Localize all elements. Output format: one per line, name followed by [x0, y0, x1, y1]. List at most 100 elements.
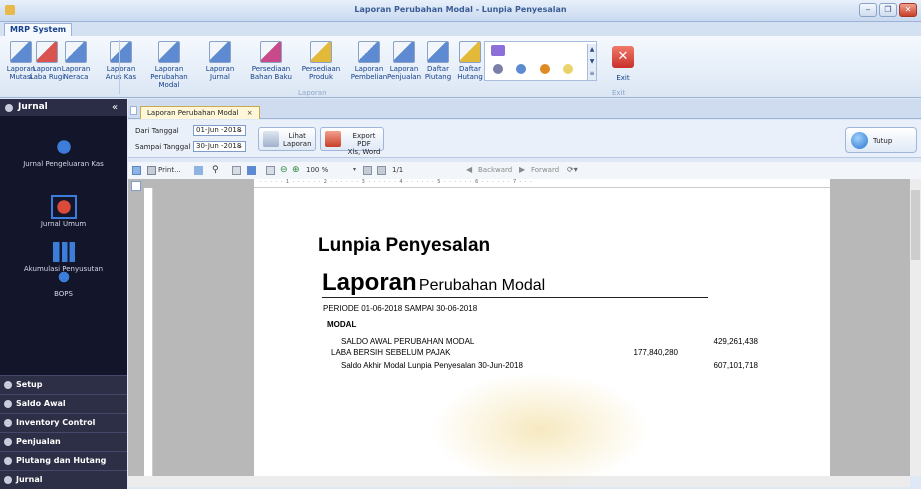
circle-icon[interactable] [540, 64, 550, 74]
close-tab-icon[interactable]: × [247, 109, 253, 117]
nav-section-label: Saldo Awal [16, 399, 66, 408]
forward-arrow-icon[interactable]: ▶ [519, 165, 525, 174]
tab-laporan-perubahan-modal[interactable]: Laporan Perubahan Modal × [140, 106, 260, 119]
window-title: Laporan Perubahan Modal - Lunpia Penyesa… [354, 5, 567, 14]
refresh-icon[interactable]: ⟳▾ [567, 165, 578, 174]
nav-section-label: Jurnal [16, 475, 43, 484]
nav-item-label: BOPS [54, 290, 73, 298]
app-tab[interactable]: MRP System [4, 23, 73, 36]
ribbon-separator [119, 40, 120, 94]
title-underline [322, 297, 708, 298]
nav-item-bops[interactable]: BOPS [0, 267, 127, 298]
from-date-value: 01-Jun -2018 [196, 126, 242, 134]
doc-map-toggle[interactable] [131, 181, 141, 191]
nav-section-penjualan[interactable]: Penjualan [0, 432, 127, 451]
zoom-in-icon[interactable]: ⊕ [292, 165, 300, 175]
report-icon [263, 131, 279, 147]
last-page-icon[interactable] [377, 166, 386, 175]
ribbon-label-line1: Laporan [389, 65, 419, 73]
chevron-down-icon[interactable]: ⌄ [237, 126, 243, 135]
ledger-percent-icon [158, 41, 180, 63]
close-button-label: Tutup [873, 137, 893, 145]
report-company: Lunpia Penyesalan [318, 235, 491, 256]
stock-icon [260, 41, 282, 63]
nav-section-inventory-control[interactable]: Inventory Control [0, 413, 127, 432]
ribbon-button-laporan-perubahan-modal[interactable]: Laporan Perubahan Modal [146, 41, 192, 93]
section-icon [4, 381, 12, 389]
zoom-dropdown-icon[interactable]: ▾ [353, 166, 356, 173]
zoom-out-icon[interactable]: ⊖ [280, 165, 288, 175]
forward-button[interactable]: Forward [531, 166, 559, 174]
exit-icon[interactable]: ✕ [612, 46, 634, 68]
exit-button-label[interactable]: Exit [606, 74, 640, 82]
backward-button[interactable]: Backward [478, 166, 512, 174]
ribbon-label-line2: Neraca [63, 73, 89, 81]
printer-icon[interactable] [147, 166, 156, 175]
copy-icon[interactable] [132, 166, 141, 175]
scroll-thumb[interactable] [911, 190, 920, 260]
collapse-icon[interactable]: « [112, 102, 118, 113]
grid-icon [459, 41, 481, 63]
ribbon-button-laporan-jurnal[interactable]: Laporan Jurnal [197, 41, 243, 93]
ribbon-button-label: Laporan Perubahan Modal [146, 65, 192, 89]
chevron-down-icon[interactable]: ⌄ [237, 142, 243, 151]
export-text: Export PDF Xls, Word [345, 132, 383, 156]
ribbon-button-laporan-arus-kas[interactable]: Laporan Arus Kas [98, 41, 144, 93]
chart-gallery[interactable]: ▲ ▼ ≡ [484, 41, 597, 81]
first-page-icon[interactable] [363, 166, 372, 175]
ribbon-button-persediaan-bahan-baku[interactable]: Persediaan Bahan Baku [248, 41, 294, 93]
multi-page-icon[interactable] [247, 166, 256, 175]
page-icon [130, 106, 137, 115]
export-button[interactable]: Export PDF Xls, Word [320, 127, 384, 156]
ribbon-button-laporan-neraca[interactable]: Laporan Neraca [53, 41, 99, 93]
close-button[interactable]: Tutup [845, 127, 917, 153]
print-button[interactable]: Print... [158, 166, 181, 174]
nav-section-setup[interactable]: Setup [0, 375, 127, 394]
back-arrow-icon[interactable]: ◀ [466, 165, 472, 174]
ledger-bracket-icon [110, 41, 132, 63]
pdf-icon [325, 131, 341, 147]
circle-icon[interactable] [493, 64, 503, 74]
nav-header[interactable]: Jurnal [0, 99, 127, 116]
nav-item-label: Jurnal Pengeluaran Kas [23, 160, 104, 168]
from-date-label: Dari Tanggal [135, 127, 179, 135]
from-date-picker[interactable]: 01-Jun -2018 ⌄ [193, 125, 246, 136]
zoom-level[interactable]: 100 % [306, 166, 328, 174]
ledger-doc-icon [393, 41, 415, 63]
ribbon-button-persediaan-produk[interactable]: Persediaan Produk [298, 41, 344, 93]
vertical-ruler [144, 188, 153, 476]
nav-section-piutang-dan-hutang[interactable]: Piutang dan Hutang [0, 451, 127, 470]
ledger-doc-icon [358, 41, 380, 63]
pie-icon [50, 195, 77, 219]
binoculars-icon[interactable]: ⚲ [212, 165, 219, 175]
chart-icon[interactable] [491, 45, 505, 56]
close-window-button[interactable]: ✕ [899, 3, 917, 17]
view-report-button[interactable]: Lihat Laporan [258, 127, 316, 151]
report-title: Laporan Perubahan Modal [322, 269, 545, 297]
nav-section-saldo-awal[interactable]: Saldo Awal [0, 394, 127, 413]
layout-icon[interactable] [266, 166, 275, 175]
report-section: MODAL [327, 320, 357, 329]
single-page-icon[interactable] [232, 166, 241, 175]
gallery-scroll[interactable]: ▲ ▼ ≡ [587, 44, 596, 80]
ribbon-button-label: Persediaan Produk [298, 65, 344, 81]
report-row-right: 607,101,718 [713, 361, 759, 370]
nav-section-jurnal[interactable]: Jurnal [0, 470, 127, 489]
watermark [430, 372, 650, 487]
ribbon-label-line1: Laporan [354, 65, 384, 73]
nav-item-jurnal-pengeluaran-kas[interactable]: Jurnal Pengeluaran Kas [0, 137, 127, 168]
minimize-button[interactable]: ‒ [859, 3, 877, 17]
ledger-10-icon [209, 41, 231, 63]
report-row-label: Saldo Akhir Modal Lunpia Penyesalan 30-J… [341, 361, 523, 370]
page-setup-icon[interactable] [194, 166, 203, 175]
nav-item-jurnal-umum[interactable]: Jurnal Umum [0, 195, 127, 228]
section-icon [4, 457, 12, 465]
ribbon-label-line1: Daftar [427, 65, 449, 73]
restore-button[interactable]: ❐ [879, 3, 897, 17]
star-icon[interactable] [563, 64, 573, 74]
ribbon-label-line2: Bahan Baku [250, 73, 292, 81]
nav-item-label: Jurnal Umum [40, 220, 87, 228]
to-date-picker[interactable]: 30-Jun -2018 ⌄ [193, 141, 246, 152]
report-row-label: LABA BERSIH SEBELUM PAJAK [331, 348, 451, 357]
circle-icon[interactable] [516, 64, 526, 74]
